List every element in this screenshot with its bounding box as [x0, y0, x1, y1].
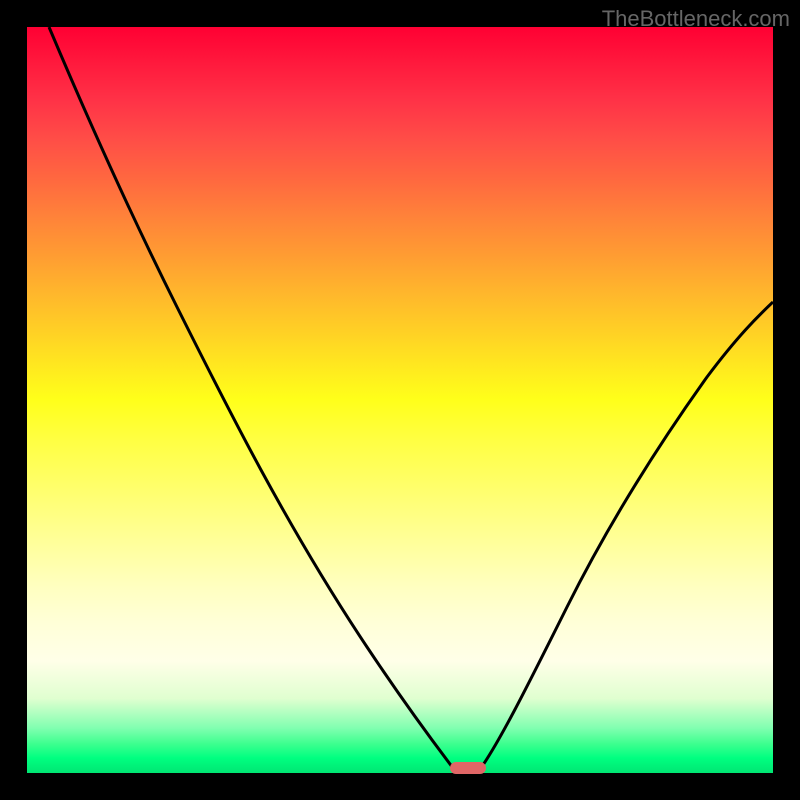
right-curve-path	[478, 302, 773, 772]
curve-overlay	[27, 27, 773, 773]
optimal-marker	[450, 762, 486, 774]
watermark-text: TheBottleneck.com	[602, 6, 790, 32]
left-curve-path	[49, 27, 456, 772]
bottleneck-chart	[27, 27, 773, 773]
gradient-background	[27, 27, 773, 773]
